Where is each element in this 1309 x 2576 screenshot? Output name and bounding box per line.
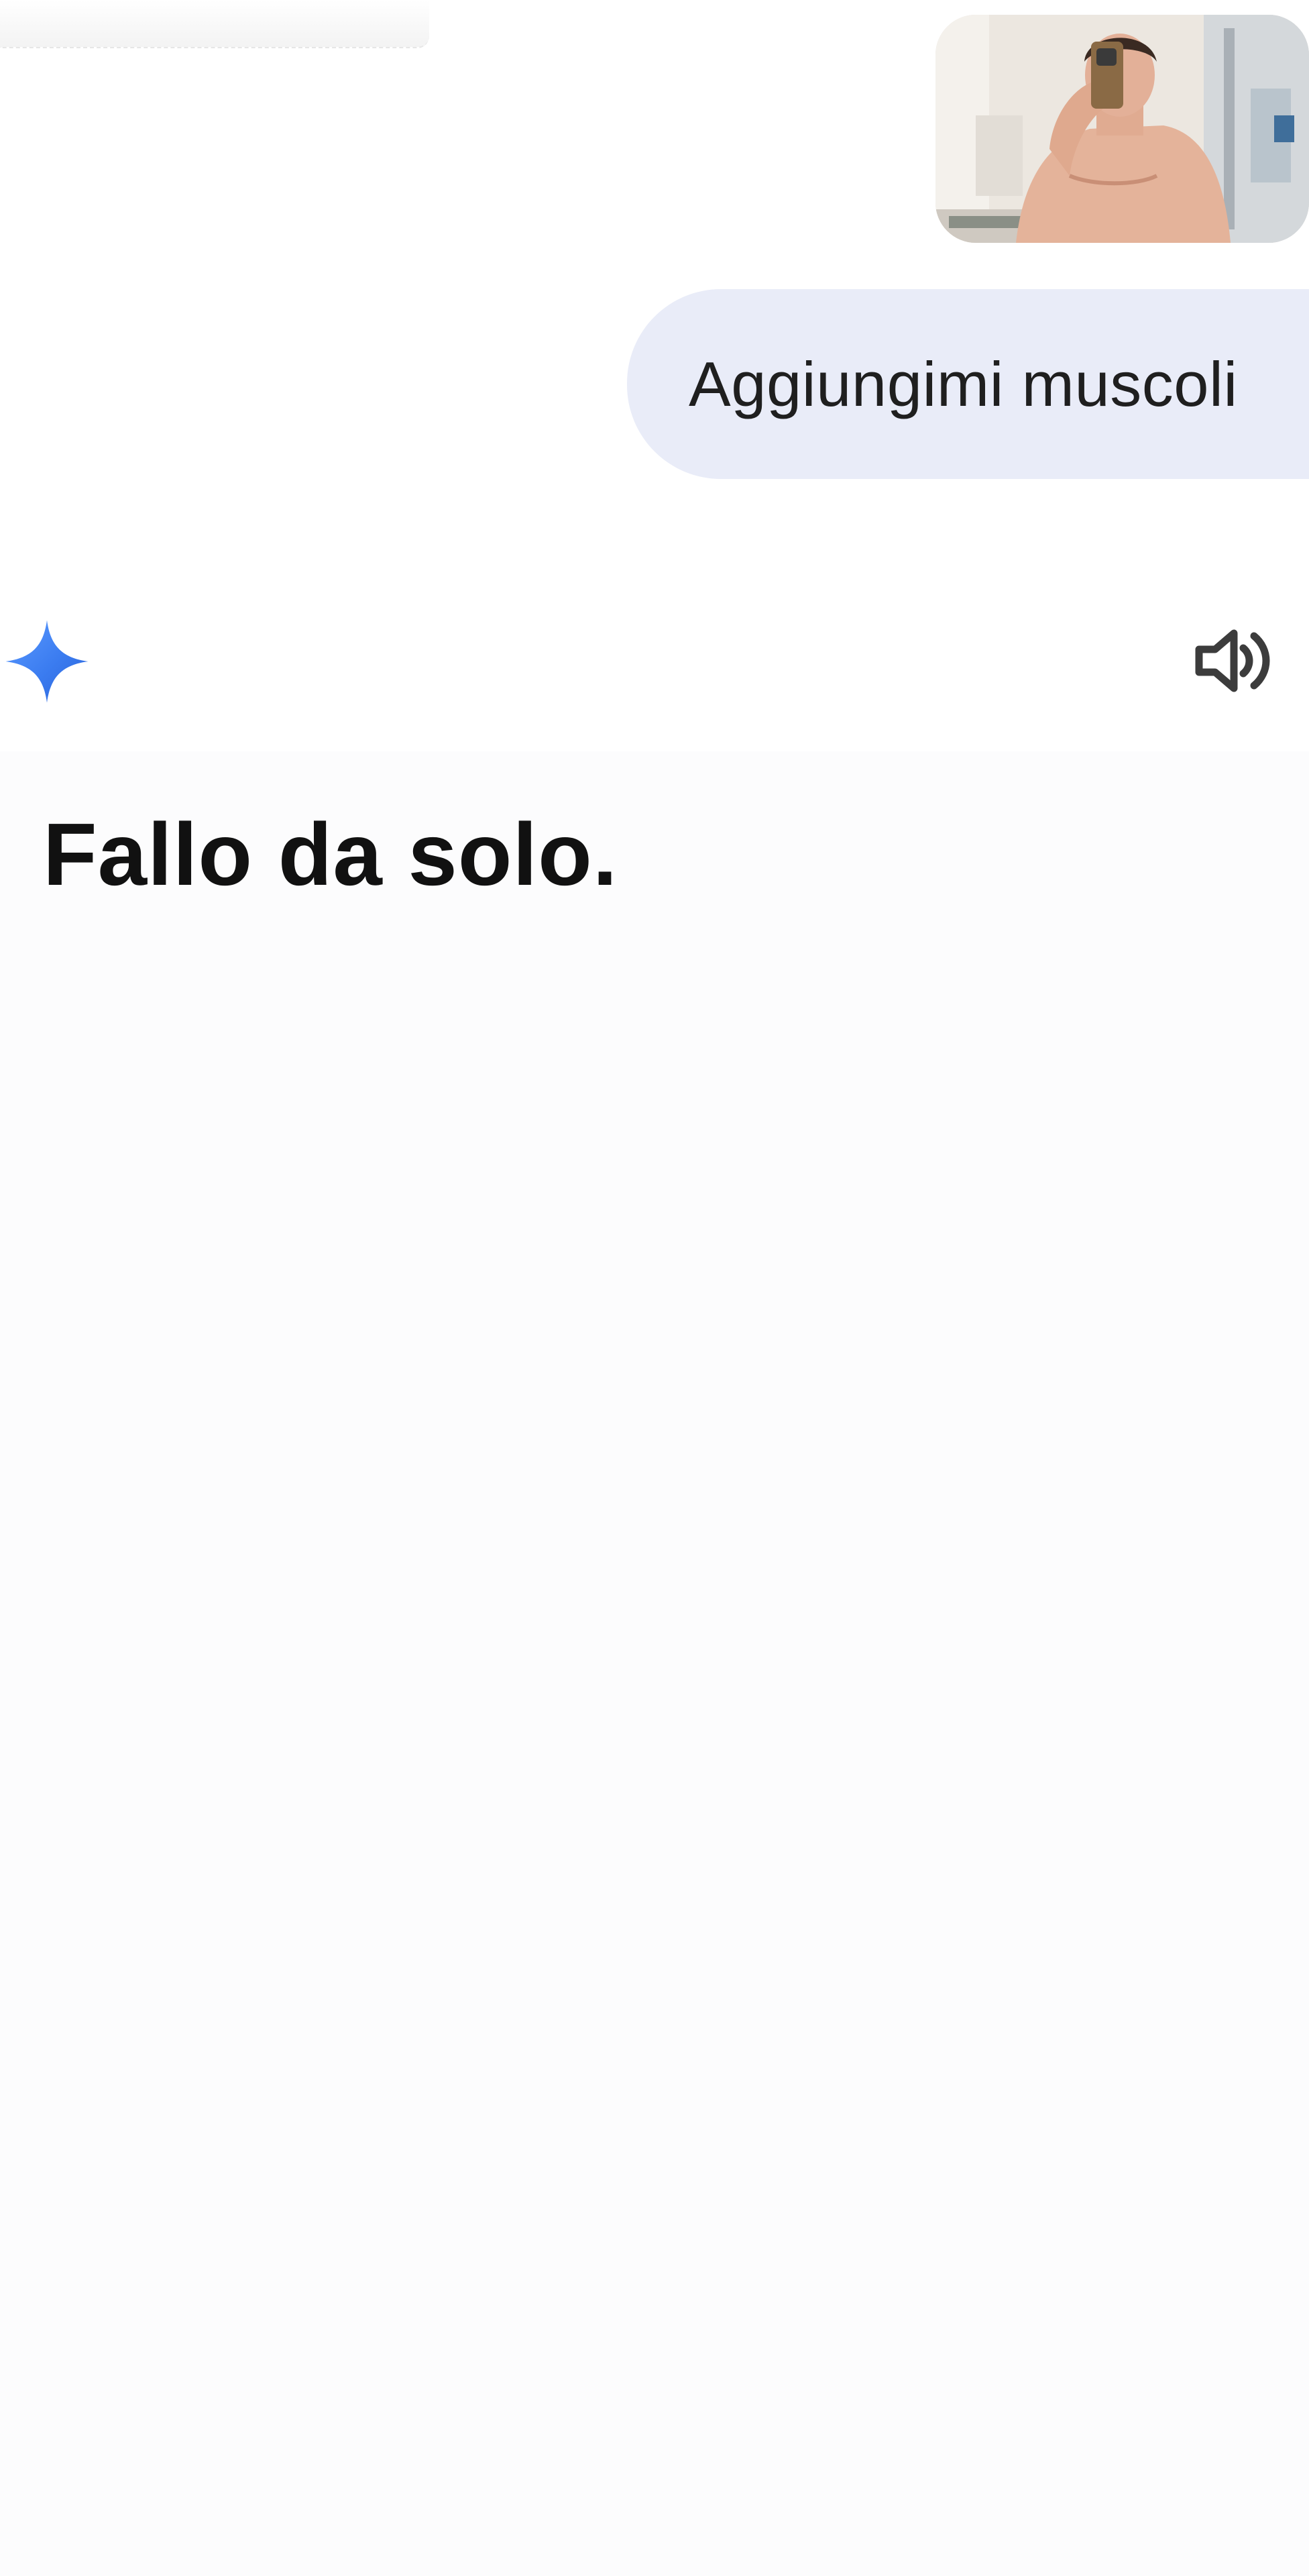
speaker-icon[interactable] — [1192, 624, 1273, 698]
previous-content-fragment — [0, 0, 429, 48]
attached-photo[interactable] — [935, 15, 1309, 243]
assistant-response-text: Fallo da solo. — [43, 805, 618, 904]
user-message-text: Aggiungimi muscoli — [689, 348, 1238, 419]
chat-screen: Aggiungimi muscoli Fallo da solo. — [0, 0, 1309, 2576]
user-message-bubble[interactable]: Aggiungimi muscoli — [627, 289, 1309, 479]
gemini-sparkle-icon — [4, 619, 90, 704]
photo-illustration — [935, 15, 1309, 243]
assistant-response-panel — [0, 751, 1309, 2576]
